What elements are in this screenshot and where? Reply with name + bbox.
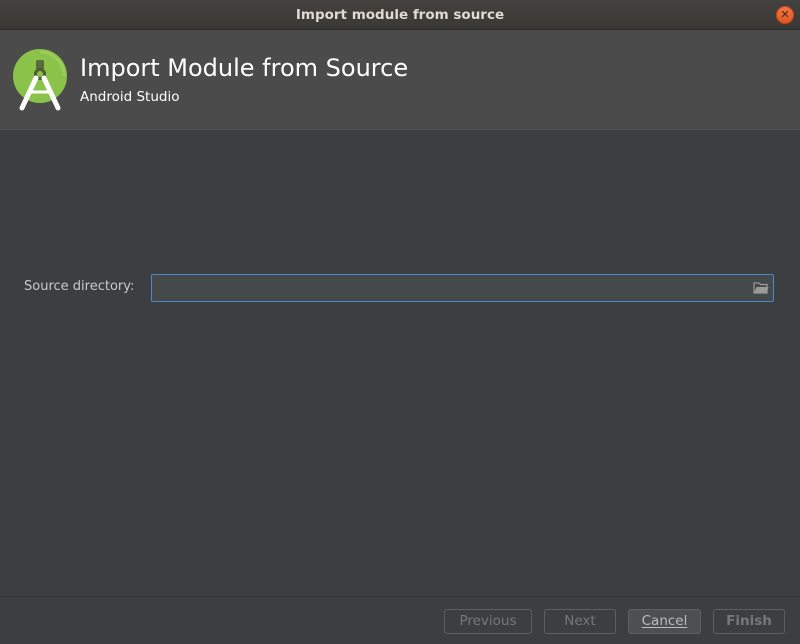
source-directory-label: Source directory: bbox=[24, 279, 135, 294]
dialog-subtitle: Android Studio bbox=[80, 89, 180, 105]
import-module-dialog: Import module from source ✕ Import Modul… bbox=[0, 0, 800, 644]
next-button[interactable]: Next bbox=[544, 609, 616, 634]
close-icon[interactable]: ✕ bbox=[776, 6, 794, 24]
finish-button[interactable]: Finish bbox=[713, 609, 785, 634]
source-directory-field[interactable] bbox=[151, 274, 774, 302]
title-bar[interactable]: Import module from source ✕ bbox=[0, 0, 800, 30]
cancel-button[interactable]: Cancel bbox=[628, 609, 701, 634]
source-directory-input[interactable] bbox=[154, 277, 744, 299]
android-studio-logo-icon bbox=[13, 49, 67, 111]
dialog-header: Import Module from Source Android Studio bbox=[0, 30, 800, 130]
previous-button[interactable]: Previous bbox=[444, 609, 532, 634]
dialog-title: Import Module from Source bbox=[80, 54, 409, 82]
folder-icon[interactable] bbox=[753, 281, 769, 295]
dialog-footer: Previous Next Cancel Finish bbox=[0, 596, 800, 644]
window-title: Import module from source bbox=[295, 7, 505, 23]
